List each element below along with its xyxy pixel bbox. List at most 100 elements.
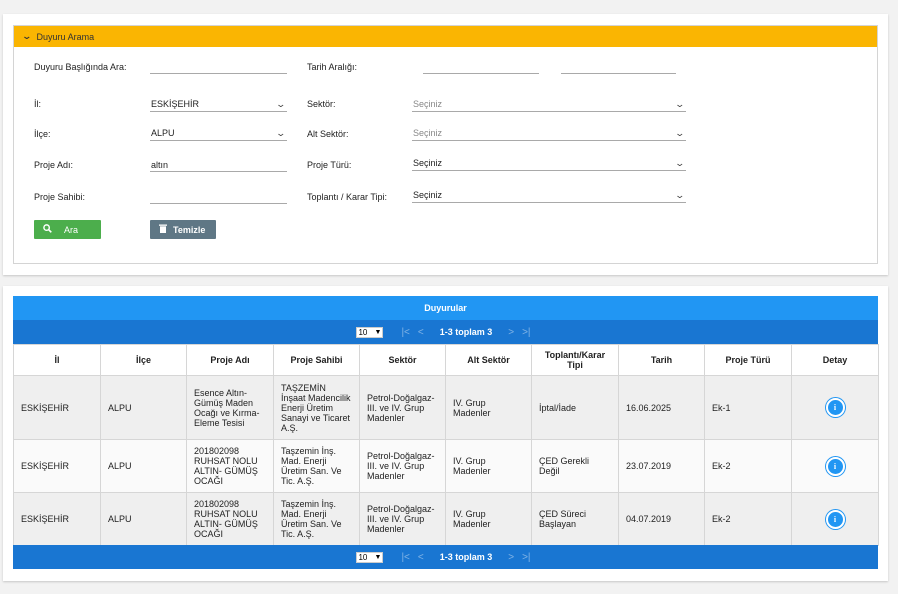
search-panel: ⌄ Duyuru Arama Duyuru Başlığında Ara: Ta… [13, 25, 878, 264]
date-from-input[interactable] [423, 60, 539, 74]
column-header[interactable]: Proje Adı [186, 344, 274, 376]
column-header[interactable]: İl [13, 344, 101, 376]
clear-button[interactable]: Temizle [150, 220, 216, 239]
project-type-select[interactable]: Seçiniz ⌄ [412, 157, 686, 171]
cell-proje-adi: 201802098 RUHSAT NOLU ALTIN- GÜMÜŞ OCAĞI [186, 439, 274, 493]
cell-il: ESKİŞEHİR [13, 375, 101, 440]
search-icon [43, 223, 52, 236]
cell-proje-adi: 201802098 RUHSAT NOLU ALTIN- GÜMÜŞ OCAĞI [186, 492, 274, 546]
cell-karar-tipi: ÇED Gerekli Değil [531, 439, 619, 493]
project-name-input[interactable] [150, 158, 287, 172]
last-page-icon[interactable]: >| [522, 327, 530, 338]
district-label: İlçe: [34, 129, 51, 139]
info-icon[interactable]: i [825, 509, 845, 529]
chevron-down-icon: ⌄ [674, 99, 686, 109]
project-name-label: Proje Adı: [34, 160, 74, 170]
province-label: İl: [34, 99, 42, 109]
cell-alt-sektor: IV. Grup Madenler [445, 439, 532, 493]
meeting-type-select[interactable]: Seçiniz ⌄ [412, 189, 686, 203]
cell-ilce: ALPU [100, 492, 187, 546]
search-button-label: Ara [64, 224, 79, 235]
chevron-down-icon: ⌄ [275, 128, 287, 138]
sub-sector-select-value: Seçiniz [413, 128, 443, 138]
search-panel-header[interactable]: ⌄ Duyuru Arama [14, 26, 877, 47]
title-search-input[interactable] [150, 60, 287, 74]
chevron-down-icon: ⌄ [674, 128, 686, 138]
cell-il: ESKİŞEHİR [13, 492, 101, 546]
title-search-label: Duyuru Başlığında Ara: [34, 62, 127, 72]
clear-button-label: Temizle [173, 224, 206, 235]
cell-detay: i [791, 439, 879, 493]
chevron-down-icon: ▼ [374, 553, 382, 561]
prev-page-icon[interactable]: < [418, 327, 424, 338]
chevron-down-icon: ⌄ [21, 31, 33, 41]
page-size-select[interactable]: 10 ▼ [356, 326, 384, 338]
meeting-type-label: Toplantı / Karar Tipi: [307, 192, 388, 202]
cell-sektor: Petrol-Doğalgaz- III. ve IV. Grup Madenl… [359, 439, 446, 493]
cell-proje-sahibi: Taşzemin İnş. Mad. Enerji Üretim San. Ve… [273, 439, 360, 493]
column-header[interactable]: İlçe [100, 344, 187, 376]
results-card: Duyurular 10 ▼ |< < 1-3 toplam 3 > >| İl… [3, 286, 888, 581]
sub-sector-label: Alt Sektör: [307, 129, 349, 139]
search-panel-title: Duyuru Arama [36, 31, 95, 42]
cell-il: ESKİŞEHİR [13, 439, 101, 493]
column-header[interactable]: Proje Sahibi [273, 344, 360, 376]
prev-page-icon[interactable]: < [418, 552, 424, 563]
cell-proje-sahibi: TAŞZEMİN İnşaat Madencilik Enerji Üretim… [273, 375, 360, 440]
project-type-label: Proje Türü: [307, 160, 352, 170]
project-owner-input[interactable] [150, 190, 287, 204]
column-header[interactable]: Tarih [618, 344, 705, 376]
cell-detay: i [791, 375, 879, 440]
district-select[interactable]: ALPU ⌄ [150, 127, 287, 141]
column-header[interactable]: Detay [791, 344, 879, 376]
page-size-value: 10 [358, 327, 368, 337]
date-to-input[interactable] [561, 60, 676, 74]
cell-proje-turu: Ek-2 [704, 492, 792, 546]
table-row: ESKİŞEHİR ALPU Esence Altın- Gümüş Maden… [13, 375, 879, 440]
cell-ilce: ALPU [100, 439, 187, 493]
meeting-type-select-value: Seçiniz [413, 190, 443, 200]
chevron-down-icon: ⌄ [674, 158, 686, 168]
first-page-icon[interactable]: |< [401, 552, 409, 563]
cell-tarih: 04.07.2019 [618, 492, 705, 546]
info-icon[interactable]: i [825, 398, 845, 417]
search-card: ⌄ Duyuru Arama Duyuru Başlığında Ara: Ta… [3, 14, 888, 275]
trash-icon [159, 224, 167, 236]
project-type-select-value: Seçiniz [413, 158, 443, 168]
table-row: ESKİŞEHİR ALPU 201802098 RUHSAT NOLU ALT… [13, 439, 879, 493]
province-select-value: ESKİŞEHİR [151, 99, 200, 109]
cell-proje-adi: Esence Altın- Gümüş Maden Ocağı ve Kırma… [186, 375, 274, 440]
sector-select[interactable]: Seçiniz ⌄ [412, 98, 686, 112]
column-header[interactable]: Alt Sektör [445, 344, 532, 376]
cell-alt-sektor: IV. Grup Madenler [445, 375, 532, 440]
cell-karar-tipi: İptal/İade [531, 375, 619, 440]
table-row: ESKİŞEHİR ALPU 201802098 RUHSAT NOLU ALT… [13, 492, 879, 546]
page-size-select[interactable]: 10 ▼ [356, 551, 384, 563]
sector-select-value: Seçiniz [413, 99, 443, 109]
info-icon[interactable]: i [825, 456, 845, 476]
cell-proje-turu: Ek-2 [704, 439, 792, 493]
next-page-icon[interactable]: > [508, 552, 514, 563]
first-page-icon[interactable]: |< [401, 327, 409, 338]
last-page-icon[interactable]: >| [522, 552, 530, 563]
table-header-row: İl İlçe Proje Adı Proje Sahibi Sektör Al… [13, 344, 879, 376]
project-owner-label: Proje Sahibi: [34, 192, 86, 202]
cell-sektor: Petrol-Doğalgaz- III. ve IV. Grup Madenl… [359, 492, 446, 546]
search-button[interactable]: Ara [34, 220, 101, 239]
cell-proje-sahibi: Taşzemin İnş. Mad. Enerji Üretim San. Ve… [273, 492, 360, 546]
cell-tarih: 16.06.2025 [618, 375, 705, 440]
cell-karar-tipi: ÇED Süreci Başlayan [531, 492, 619, 546]
sector-label: Sektör: [307, 99, 336, 109]
next-page-icon[interactable]: > [508, 327, 514, 338]
column-header[interactable]: Proje Türü [704, 344, 792, 376]
column-header[interactable]: Sektör [359, 344, 446, 376]
pager-info: 1-3 toplam 3 [439, 327, 493, 337]
chevron-down-icon: ▼ [374, 328, 382, 336]
province-select[interactable]: ESKİŞEHİR ⌄ [150, 98, 287, 112]
sub-sector-select[interactable]: Seçiniz ⌄ [412, 127, 686, 141]
column-header[interactable]: Toplantı/Karar Tipi [531, 344, 619, 376]
date-range-label: Tarih Aralığı: [307, 62, 358, 72]
cell-tarih: 23.07.2019 [618, 439, 705, 493]
cell-detay: i [791, 492, 879, 546]
pager-bottom: 10 ▼ |< < 1-3 toplam 3 > >| [13, 545, 878, 569]
